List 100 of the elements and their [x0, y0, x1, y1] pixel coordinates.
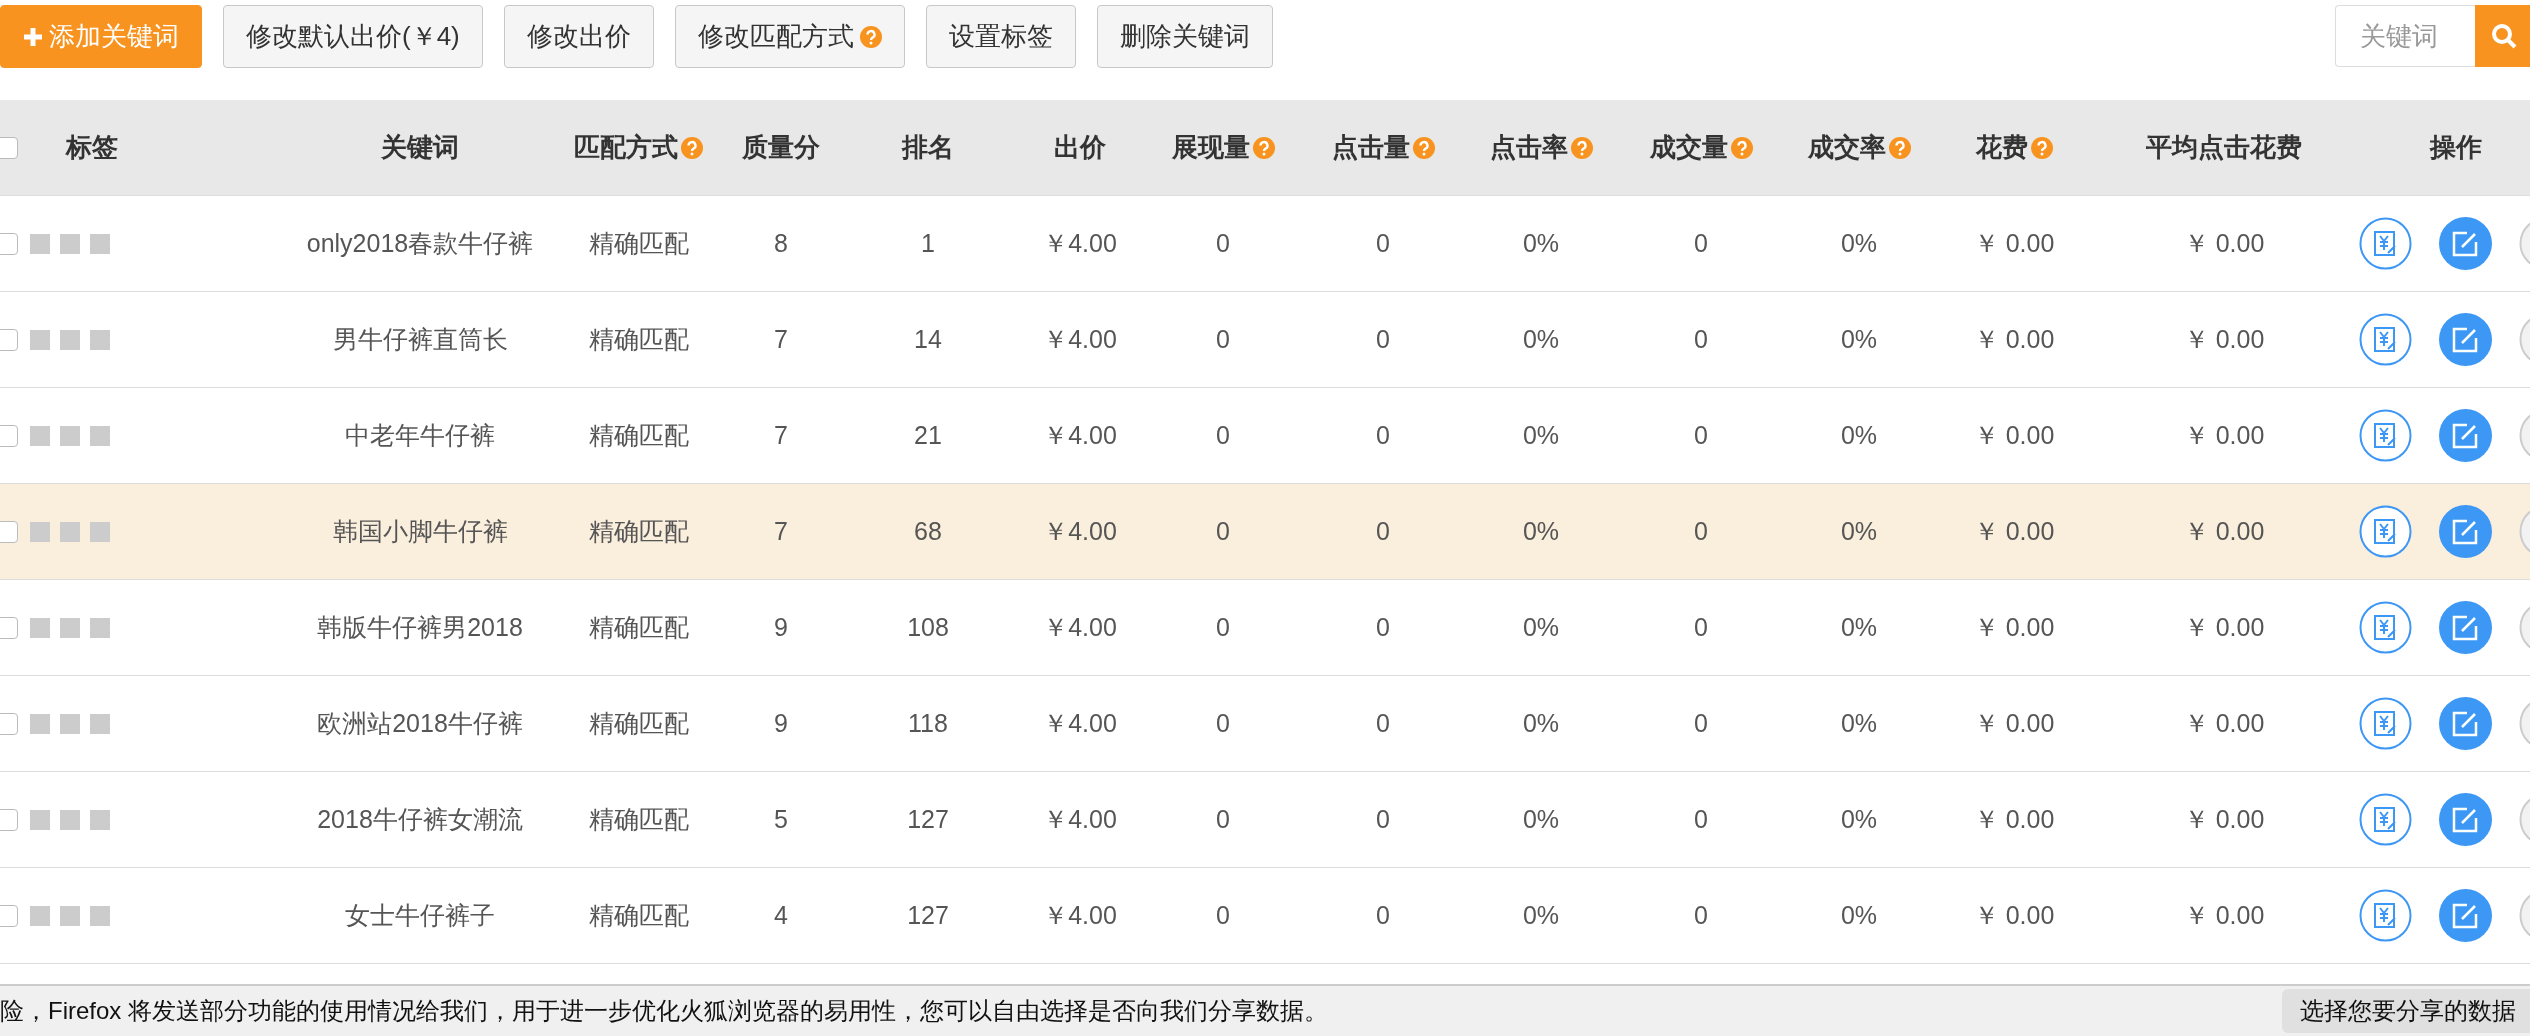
row-checkbox[interactable]	[0, 712, 18, 735]
table-cell: 14	[914, 325, 942, 354]
yen-note-icon[interactable]	[2359, 217, 2412, 270]
edit-icon[interactable]	[2439, 889, 2492, 942]
toolbar-button[interactable]: 设置标签	[925, 5, 1076, 68]
search-field[interactable]: 关键词	[2335, 5, 2475, 67]
table-cell-text: 男牛仔裤直筒长	[332, 324, 508, 355]
help-icon[interactable]	[1888, 136, 1911, 159]
table-cell: 0	[1376, 517, 1390, 546]
table-cell-text: 精确匹配	[588, 324, 689, 355]
toolbar-button[interactable]: 修改默认出价(￥4)	[223, 5, 483, 68]
column-header: 质量分	[742, 131, 820, 164]
tag-placeholder-icon	[90, 425, 110, 446]
row-checkbox[interactable]	[0, 520, 18, 543]
table-cell: 0%	[1840, 325, 1878, 354]
table-cell-text: 精确匹配	[588, 708, 689, 739]
table-cell-text: ￥ 0.00	[1973, 804, 2055, 835]
table-cell: 0%	[1840, 421, 1878, 450]
help-icon[interactable]	[1570, 136, 1593, 159]
table-cell-text: ￥4.00	[1043, 228, 1117, 259]
table-cell: 0%	[1840, 805, 1878, 834]
select-all-checkbox[interactable]	[0, 136, 18, 159]
table-row[interactable]: 韩国小脚牛仔裤 精确匹配 7 68 ￥4.00 0 0 0% 0 0% ￥ 0.00 ￥ 0.00	[0, 484, 2530, 580]
tag-placeholder-icon	[30, 521, 50, 542]
tag-placeholder-icon	[30, 713, 50, 734]
tag-placeholder-icon	[60, 617, 80, 638]
table-cell-text: ￥ 0.00	[1973, 900, 2055, 931]
notification-message: 险，Firefox 将发送部分功能的使用情况给我们，用于进一步优化火狐浏览器的易用性，您可以自由选择是否向我们分享数据。	[0, 996, 1328, 1026]
edit-icon[interactable]	[2439, 697, 2492, 750]
table-cell-text: ￥4.00	[1043, 420, 1117, 451]
table-cell: 0%	[1522, 517, 1560, 546]
table-cell: 0	[1376, 325, 1390, 354]
toolbar-button[interactable]: 删除关键词	[1096, 5, 1273, 68]
table-cell: 0	[1216, 613, 1230, 642]
row-checkbox[interactable]	[0, 328, 18, 351]
column-header: 点击率	[1489, 131, 1568, 164]
tag-placeholder-icon	[60, 521, 80, 542]
tag-placeholder-icon	[90, 521, 110, 542]
table-cell: 0	[1376, 709, 1390, 738]
edit-icon[interactable]	[2439, 409, 2492, 462]
edit-icon[interactable]	[2439, 601, 2492, 654]
yen-note-icon[interactable]	[2359, 505, 2412, 558]
search-icon	[2491, 23, 2517, 49]
row-checkbox[interactable]	[0, 424, 18, 447]
table-cell: 0	[1216, 421, 1230, 450]
yen-note-icon[interactable]	[2359, 697, 2412, 750]
yen-note-icon[interactable]	[2359, 409, 2412, 462]
table-cell-text: ￥ 0.00	[2183, 324, 2265, 355]
table-cell: 0%	[1522, 709, 1560, 738]
column-header: 展现量	[1171, 131, 1250, 164]
edit-icon[interactable]	[2439, 505, 2492, 558]
help-icon[interactable]	[1252, 136, 1275, 159]
edit-icon[interactable]	[2439, 217, 2492, 270]
column-header: 平均点击花费	[2146, 131, 2302, 164]
edit-icon[interactable]	[2439, 313, 2492, 366]
table-cell: 0	[1216, 805, 1230, 834]
help-icon[interactable]	[1412, 136, 1435, 159]
yen-note-icon[interactable]	[2359, 793, 2412, 846]
table-cell-text: ￥4.00	[1043, 900, 1117, 931]
toolbar-button[interactable]: 修改出价	[503, 5, 654, 68]
table-cell-text: ￥ 0.00	[2183, 708, 2265, 739]
tag-placeholder-icon	[30, 905, 50, 926]
table-cell: 5	[774, 805, 788, 834]
row-checkbox[interactable]	[0, 808, 18, 831]
tag-placeholder-icon	[90, 905, 110, 926]
help-icon[interactable]	[1730, 136, 1753, 159]
yen-note-icon[interactable]	[2359, 889, 2412, 942]
share-data-button[interactable]: 选择您要分享的数据	[2282, 989, 2530, 1033]
table-cell: 0%	[1522, 325, 1560, 354]
column-header: 标签	[66, 131, 118, 164]
column-header: 排名	[902, 131, 954, 164]
column-header: 点击量	[1331, 131, 1410, 164]
tag-placeholder-icon	[60, 425, 80, 446]
toolbar-button[interactable]: 修改匹配方式	[674, 5, 905, 68]
table-cell: 0	[1694, 613, 1708, 642]
search-button[interactable]	[2475, 5, 2530, 67]
table-cell: 4	[774, 901, 788, 930]
yen-note-icon[interactable]	[2359, 601, 2412, 654]
row-checkbox[interactable]	[0, 232, 18, 255]
row-checkbox[interactable]	[0, 616, 18, 639]
column-header: 关键词	[381, 131, 459, 164]
help-icon[interactable]	[681, 136, 703, 159]
yen-note-icon[interactable]	[2359, 313, 2412, 366]
table-cell: 0	[1694, 517, 1708, 546]
table-cell: 68	[914, 517, 942, 546]
help-icon[interactable]	[2030, 136, 2053, 159]
table-cell-text: ￥ 0.00	[1973, 420, 2055, 451]
help-icon[interactable]	[859, 25, 882, 48]
tag-placeholder-icon	[90, 329, 110, 350]
table-cell-text: 中老年牛仔裤	[345, 420, 495, 451]
table-cell-text: 精确匹配	[588, 516, 689, 547]
table-cell-text: ￥4.00	[1043, 804, 1117, 835]
edit-icon[interactable]	[2439, 793, 2492, 846]
tag-placeholder-icon	[30, 617, 50, 638]
tag-placeholder-icon	[60, 233, 80, 254]
table-cell: 127	[907, 901, 949, 930]
table-cell: 0	[1694, 901, 1708, 930]
row-checkbox[interactable]	[0, 904, 18, 927]
table-cell: 7	[774, 517, 788, 546]
tag-placeholder-icon	[30, 425, 50, 446]
